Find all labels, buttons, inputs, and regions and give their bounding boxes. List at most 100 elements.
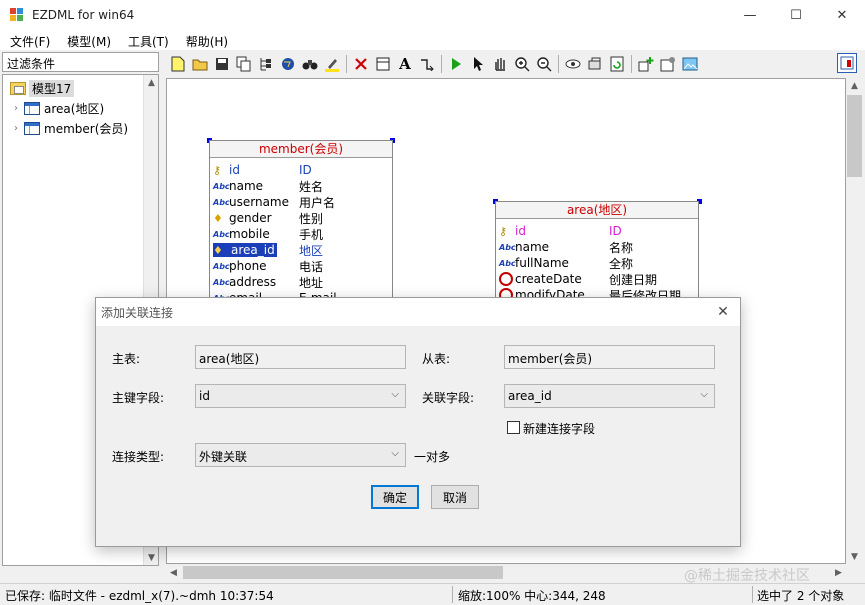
text-icon[interactable]: A: [394, 53, 416, 75]
menu-tools[interactable]: 工具(T): [118, 30, 176, 50]
close-icon[interactable]: ✕: [712, 301, 734, 323]
tree-item-area[interactable]: › area(地区): [14, 99, 104, 117]
field-row[interactable]: Abc address 地址: [213, 274, 323, 290]
field-row[interactable]: ♦ gender 性别: [213, 210, 323, 226]
fk-field-value: area_id: [508, 389, 552, 403]
link-icon[interactable]: [416, 53, 438, 75]
field-name: mobile: [229, 227, 270, 241]
new-link-field-checkbox[interactable]: [507, 421, 520, 434]
scroll-thumb[interactable]: [183, 566, 503, 579]
pk-field-select[interactable]: id ⌵: [195, 384, 406, 408]
eye-icon[interactable]: [562, 53, 584, 75]
field-row-selected[interactable]: ♦ area_id 地区: [213, 242, 323, 258]
pointer-icon[interactable]: [467, 53, 489, 75]
field-caption: 名称: [609, 240, 634, 255]
tree-item-label: area(地区): [44, 101, 105, 116]
scroll-up-icon[interactable]: ▲: [847, 78, 862, 93]
expand-icon[interactable]: ›: [14, 103, 24, 114]
field-row[interactable]: Abc name 名称: [499, 239, 633, 255]
close-button[interactable]: ✕: [819, 0, 865, 30]
field-name: fullName: [515, 256, 569, 270]
open-folder-icon[interactable]: [189, 53, 211, 75]
scroll-right-icon[interactable]: ▶: [831, 565, 846, 580]
status-divider: [752, 586, 753, 603]
minimize-button[interactable]: —: [727, 0, 773, 30]
toolbar: A: [163, 51, 863, 77]
field-caption: 全称: [609, 256, 634, 271]
menu-model[interactable]: 模型(M): [57, 30, 118, 50]
menu-file[interactable]: 文件(F): [0, 30, 57, 50]
field-row[interactable]: createDate 创建日期: [499, 271, 657, 287]
entity-area[interactable]: area(地区) ⚷ id ID Abc name 名称 Abc fullNam…: [495, 201, 699, 311]
tree-icon[interactable]: [255, 53, 277, 75]
zoom-in-icon[interactable]: [511, 53, 533, 75]
text-field-icon: Abc: [499, 242, 516, 252]
globe-icon[interactable]: [277, 53, 299, 75]
field-caption: ID: [299, 163, 312, 177]
field-row[interactable]: Abc mobile 手机: [213, 226, 323, 242]
field-caption: ID: [609, 224, 622, 238]
delete-icon[interactable]: [350, 53, 372, 75]
save-icon[interactable]: [211, 53, 233, 75]
field-row[interactable]: Abc username 用户名: [213, 194, 335, 210]
field-row[interactable]: Abc phone 电话: [213, 258, 323, 274]
table-icon[interactable]: [372, 53, 394, 75]
field-caption: 创建日期: [609, 272, 658, 287]
clock-icon: [499, 272, 513, 286]
fk-field-select[interactable]: area_id ⌵: [504, 384, 715, 408]
scroll-thumb[interactable]: [847, 95, 862, 177]
bulb-icon: ♦: [213, 211, 223, 225]
toggle-panel-icon[interactable]: [837, 53, 857, 73]
entity-member[interactable]: member(会员) ⚷ id ID Abc name 姓名 Abc usern…: [209, 140, 393, 310]
menu-help[interactable]: 帮助(H): [176, 30, 235, 50]
key-icon: ⚷: [213, 163, 222, 177]
field-row[interactable]: ⚷ id ID: [499, 223, 622, 239]
model-folder-icon: [10, 81, 26, 95]
maximize-button[interactable]: ☐: [773, 0, 819, 30]
zoom-out-icon[interactable]: [533, 53, 555, 75]
refresh-icon[interactable]: [606, 53, 628, 75]
link-type-value: 外键关联: [199, 450, 248, 464]
run-icon[interactable]: [445, 53, 467, 75]
link-type-select[interactable]: 外键关联 ⌵: [195, 443, 406, 467]
field-caption: 性别: [299, 211, 324, 226]
highlight-icon[interactable]: [321, 53, 343, 75]
binoculars-icon[interactable]: [299, 53, 321, 75]
master-table-label: 主表:: [112, 352, 141, 366]
entity-title: member(会员): [210, 141, 392, 158]
cancel-button[interactable]: 取消: [431, 485, 479, 509]
title-bar: EZDML for win64 — ☐ ✕: [0, 0, 865, 30]
expand-icon[interactable]: ›: [14, 123, 24, 134]
scroll-left-icon[interactable]: ◀: [166, 565, 181, 580]
scroll-up-icon[interactable]: ▲: [144, 75, 159, 90]
new-link-field-label[interactable]: 新建连接字段: [523, 420, 595, 437]
picture-icon[interactable]: [679, 53, 701, 75]
tree-item-member[interactable]: › member(会员): [14, 119, 128, 137]
scroll-down-icon[interactable]: ▼: [144, 550, 159, 565]
export-icon[interactable]: [584, 53, 606, 75]
field-row[interactable]: ⚷ id ID: [213, 162, 312, 178]
canvas-vertical-scrollbar[interactable]: ▲ ▼: [846, 78, 863, 564]
scroll-down-icon[interactable]: ▼: [847, 549, 862, 564]
toolbar-separator: [558, 55, 559, 73]
hand-icon[interactable]: [489, 53, 511, 75]
settings-icon[interactable]: [657, 53, 679, 75]
key-icon: ⚷: [499, 224, 508, 238]
link-type-note: 一对多: [414, 450, 451, 464]
field-row[interactable]: Abc name 姓名: [213, 178, 323, 194]
status-selection: 选中了 2 个对象: [757, 589, 845, 603]
field-row[interactable]: Abc fullName 全称: [499, 255, 633, 271]
filter-label[interactable]: 过滤条件: [2, 52, 159, 72]
copy-icon[interactable]: [233, 53, 255, 75]
ok-button[interactable]: 确定: [371, 485, 419, 509]
bulb-icon: ♦: [213, 243, 229, 257]
new-file-icon[interactable]: [167, 53, 189, 75]
detail-table-field[interactable]: member(会员): [504, 345, 715, 369]
field-name: username: [229, 195, 289, 209]
menu-bar: 文件(F) 模型(M) 工具(T) 帮助(H): [0, 30, 865, 50]
dialog-title: 添加关联连接: [101, 306, 174, 320]
master-table-field[interactable]: area(地区): [195, 345, 406, 369]
add-item-icon[interactable]: [635, 53, 657, 75]
tree-root[interactable]: 模型17: [10, 79, 75, 97]
detail-table-label: 从表:: [422, 352, 451, 366]
